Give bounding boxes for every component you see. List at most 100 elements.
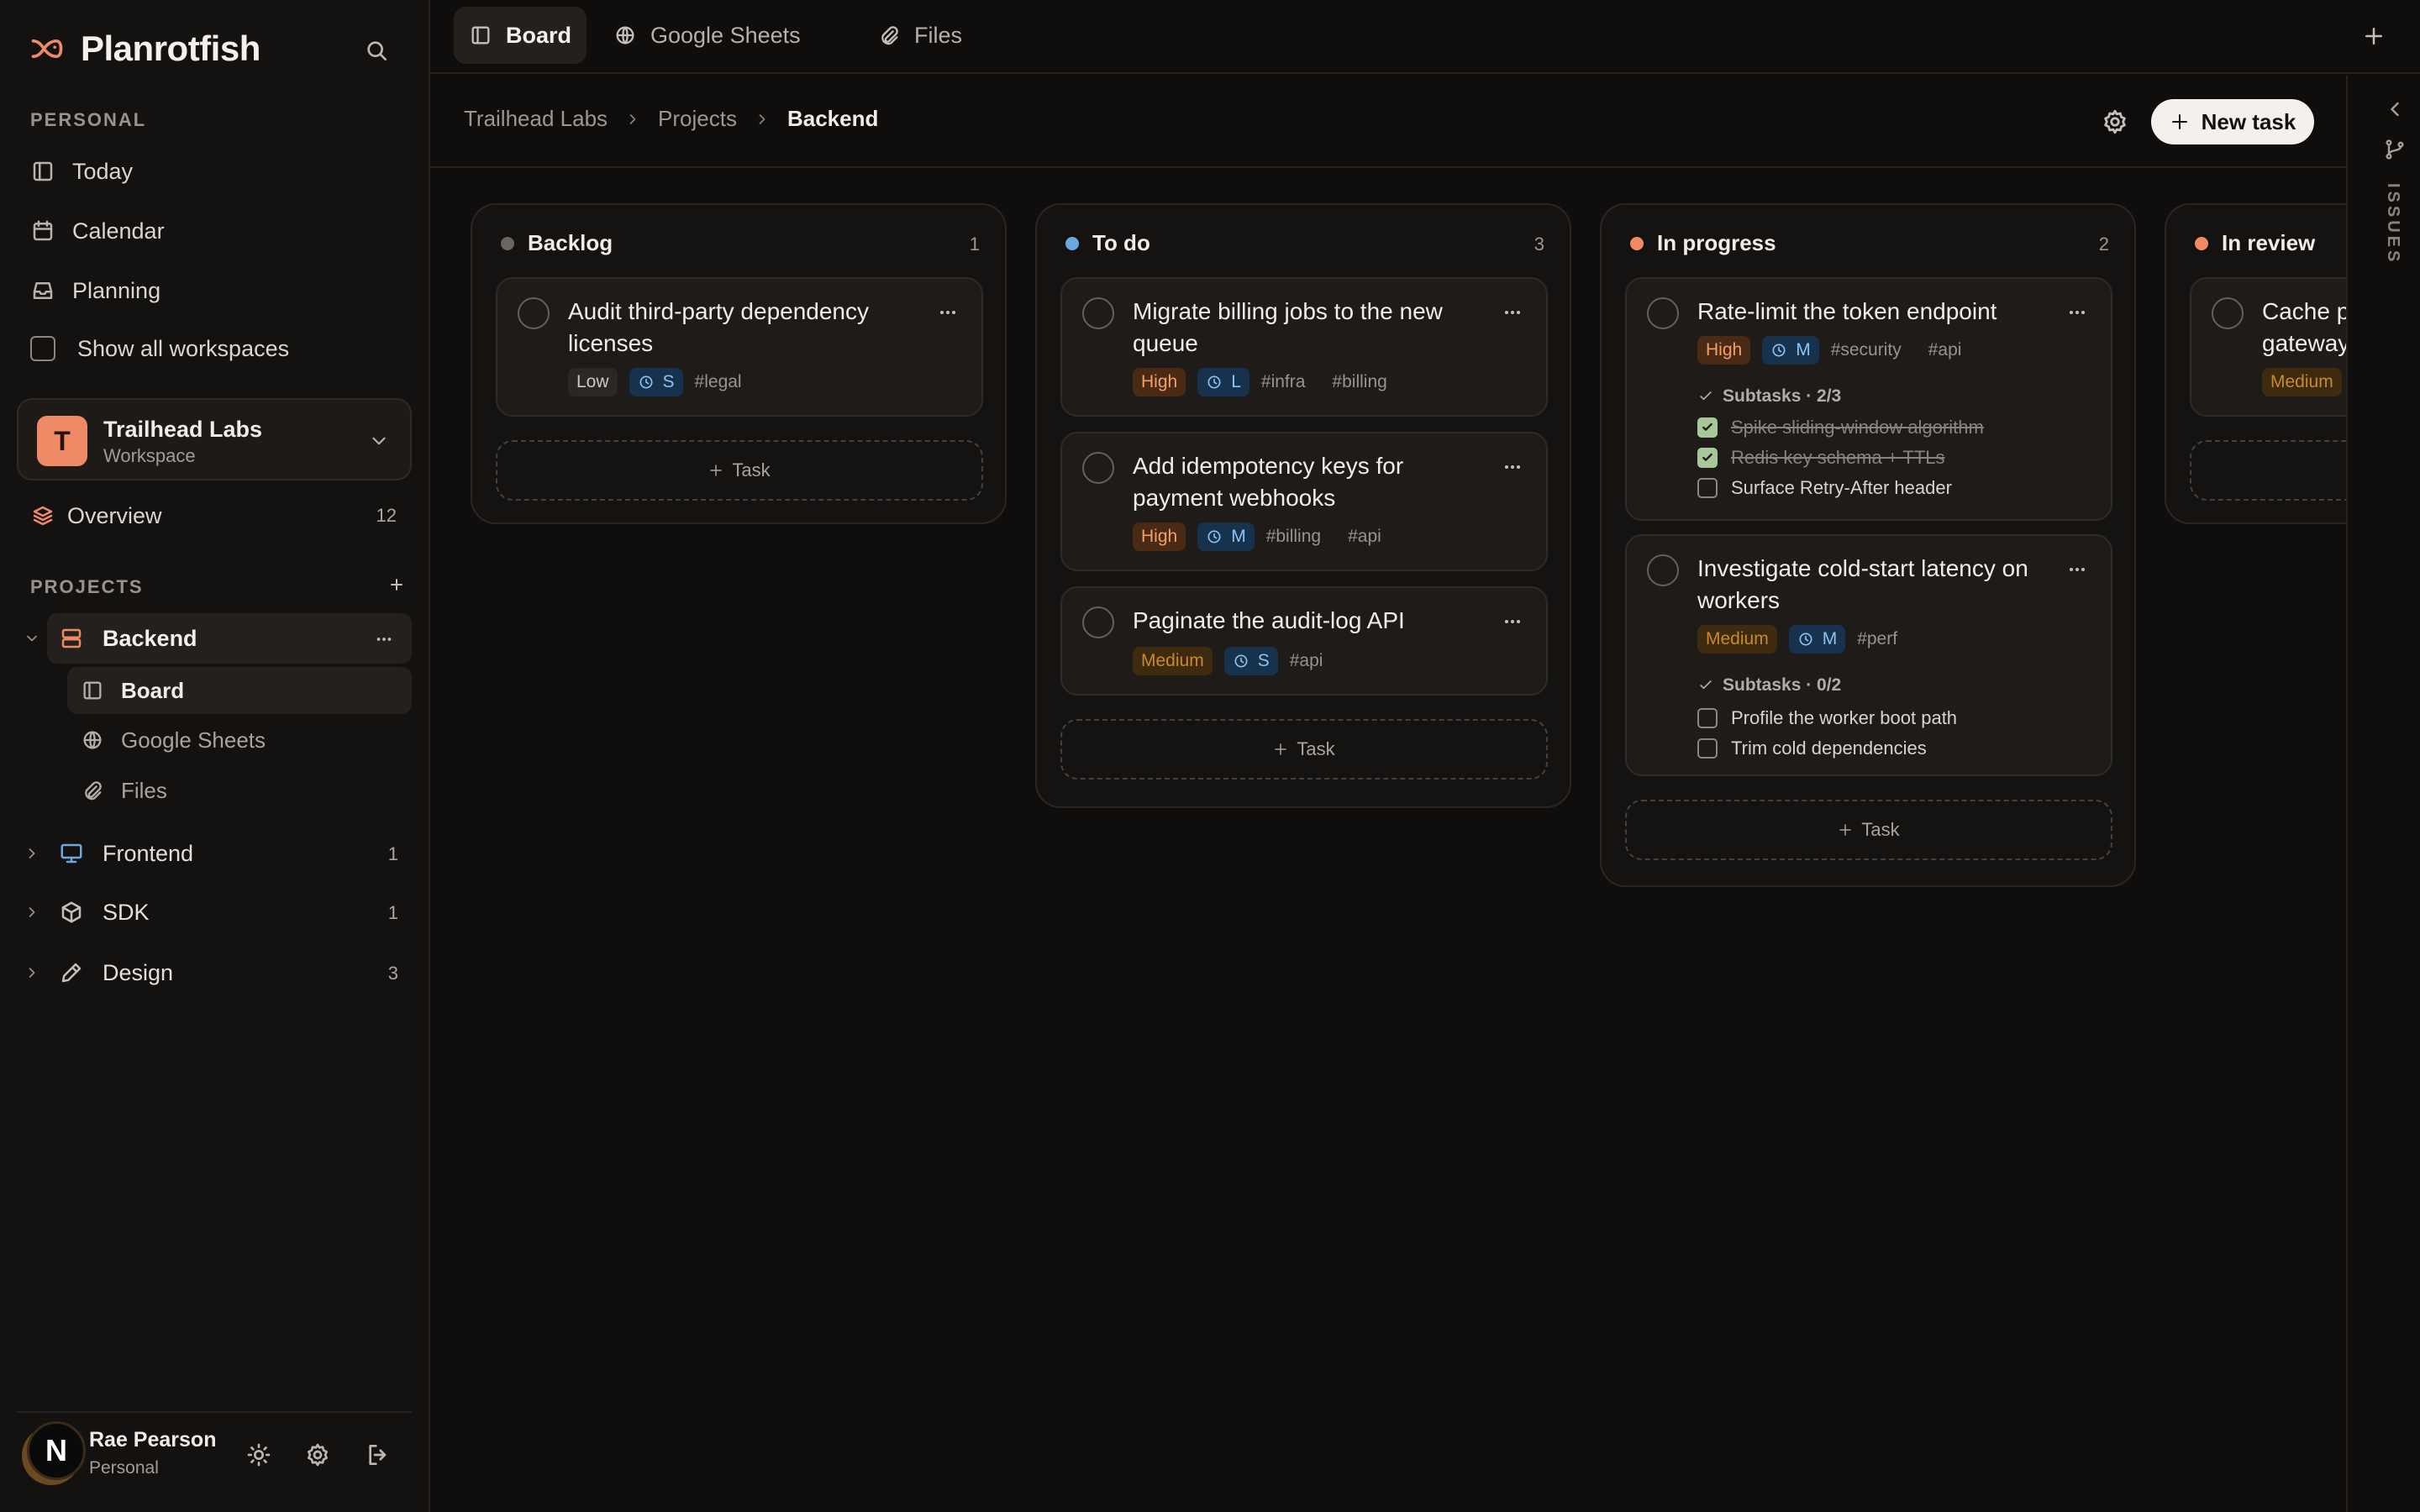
app-logo[interactable]: Planrotfish <box>29 29 260 69</box>
task-title: Add idempotency keys for payment webhook… <box>1133 453 1404 511</box>
nav-today-label: Today <box>72 158 134 184</box>
sidebar-project-design[interactable]: Design 3 <box>0 948 430 998</box>
subtasks-header[interactable]: Subtasks · 2/3 <box>1697 386 1841 407</box>
more-icon[interactable] <box>375 630 393 648</box>
sun-icon[interactable] <box>245 1441 272 1468</box>
more-icon[interactable] <box>1502 612 1523 632</box>
task-card[interactable]: Investigate cold-start latency on worker… <box>1625 534 2112 776</box>
subtask-item[interactable]: Trim cold dependencies <box>1697 738 1927 759</box>
subtask-checkbox[interactable] <box>1697 417 1718 438</box>
tag[interactable]: #api <box>1290 651 1323 671</box>
tag[interactable]: #perf <box>1857 629 1897 649</box>
breadcrumb: Trailhead Labs Projects Backend <box>464 106 878 132</box>
tag[interactable]: #infra <box>1261 372 1306 392</box>
nav-overview[interactable]: Overview <box>30 497 162 534</box>
subtask-checkbox[interactable] <box>1697 478 1718 498</box>
sidebar-subitem-google-sheets[interactable]: Google Sheets <box>67 717 412 764</box>
size-badge: M <box>1788 625 1846 654</box>
breadcrumb-workspace[interactable]: Trailhead Labs <box>464 106 608 132</box>
task-card[interactable]: Cache p gateway Medium <box>2190 277 2346 417</box>
workspace-switcher[interactable]: T Trailhead Labs Workspace <box>17 398 412 480</box>
subtasks-header[interactable]: Subtasks · 0/2 <box>1697 675 1841 696</box>
task-card[interactable]: Rate-limit the token endpoint High M #se… <box>1625 277 2112 521</box>
subtask-checkbox[interactable] <box>1697 448 1718 468</box>
chevron-left-icon[interactable] <box>2383 97 2407 121</box>
add-task-button[interactable] <box>2190 440 2346 501</box>
logout-icon[interactable] <box>365 1441 392 1468</box>
subtask-item[interactable]: Spike sliding-window algorithm <box>1697 417 1984 438</box>
subtask-item[interactable]: Redis key schema + TTLs <box>1697 447 1945 469</box>
add-tab-icon[interactable] <box>2361 24 2386 49</box>
gear-icon[interactable] <box>2101 108 2129 136</box>
subitem-board-label: Board <box>121 678 185 703</box>
tag[interactable]: #billing <box>1332 372 1386 392</box>
sidebar-subitem-files[interactable]: Files <box>67 767 412 814</box>
column-title: To do <box>1092 230 1150 255</box>
task-card[interactable]: Migrate billing jobs to the new queue Hi… <box>1060 277 1548 417</box>
sidebar-project-backend[interactable]: Backend <box>47 613 412 664</box>
subtask-item[interactable]: Surface Retry-After header <box>1697 477 1952 499</box>
tag[interactable]: #api <box>1348 527 1381 547</box>
sidebar-project-sdk[interactable]: SDK 1 <box>0 887 430 937</box>
complete-toggle[interactable] <box>1647 297 1679 329</box>
subtask-checkbox[interactable] <box>1697 708 1718 728</box>
nav-today[interactable]: Today <box>30 153 133 190</box>
gear-icon[interactable] <box>304 1441 331 1468</box>
task-card[interactable]: Audit third-party dependency licenses Lo… <box>496 277 983 417</box>
complete-toggle[interactable] <box>1082 452 1114 484</box>
complete-toggle[interactable] <box>1082 297 1114 329</box>
tab-board[interactable]: Board <box>454 7 587 64</box>
task-card[interactable]: Paginate the audit-log API Medium S #api <box>1060 586 1548 696</box>
sidebar-project-frontend[interactable]: Frontend 1 <box>0 828 430 879</box>
size-badge: L <box>1197 368 1249 396</box>
page-header: Trailhead Labs Projects Backend New task <box>430 76 2346 168</box>
subtask-label: Trim cold dependencies <box>1731 738 1927 759</box>
tab-google-sheets[interactable]: Google Sheets <box>598 7 816 64</box>
add-task-button[interactable]: Task <box>1625 800 2112 860</box>
show-all-workspaces-toggle[interactable]: Show all workspaces <box>30 330 289 367</box>
subtask-checkbox[interactable] <box>1697 738 1718 759</box>
tag[interactable]: #security <box>1831 340 1902 360</box>
nav-planning[interactable]: Planning <box>30 272 160 309</box>
layout-icon <box>469 24 492 47</box>
avatar[interactable]: N <box>27 1421 86 1480</box>
checkbox[interactable] <box>30 336 55 361</box>
more-icon[interactable] <box>1502 457 1523 477</box>
package-icon <box>59 900 84 925</box>
column-count: 2 <box>2098 234 2109 255</box>
chevron-down-icon[interactable] <box>24 630 40 647</box>
git-branch-icon[interactable] <box>2383 138 2407 161</box>
size-value: S <box>1257 651 1270 670</box>
more-icon[interactable] <box>1502 302 1523 323</box>
subtask-item[interactable]: Profile the worker boot path <box>1697 707 1957 729</box>
add-task-button[interactable]: Task <box>1060 719 1548 780</box>
search-icon[interactable] <box>363 37 390 64</box>
clock-icon <box>1234 654 1248 668</box>
paperclip-icon <box>81 779 104 802</box>
tag[interactable]: #api <box>1928 340 1962 360</box>
sidebar-subitem-board[interactable]: Board <box>67 667 412 714</box>
clock-icon <box>1207 530 1221 543</box>
more-icon[interactable] <box>2067 559 2087 580</box>
breadcrumb-projects[interactable]: Projects <box>658 106 737 132</box>
size-value: L <box>1231 372 1241 391</box>
pen-icon <box>59 960 84 985</box>
status-dot <box>2195 236 2208 250</box>
nav-calendar[interactable]: Calendar <box>30 213 165 249</box>
more-icon[interactable] <box>2067 302 2087 323</box>
more-icon[interactable] <box>938 302 958 323</box>
tag[interactable]: #legal <box>695 372 742 392</box>
issues-rail-label[interactable]: ISSUES <box>2383 183 2402 265</box>
new-task-button[interactable]: New task <box>2151 99 2314 144</box>
task-title: Migrate billing jobs to the new queue <box>1133 298 1443 356</box>
complete-toggle[interactable] <box>1647 554 1679 586</box>
complete-toggle[interactable] <box>2212 297 2244 329</box>
workspace-name: Trailhead Labs <box>103 417 263 442</box>
task-card[interactable]: Add idempotency keys for payment webhook… <box>1060 432 1548 571</box>
add-task-button[interactable]: Task <box>496 440 983 501</box>
add-project-icon[interactable] <box>387 575 407 595</box>
complete-toggle[interactable] <box>518 297 550 329</box>
complete-toggle[interactable] <box>1082 606 1114 638</box>
tab-files[interactable]: Files <box>862 7 977 64</box>
tag[interactable]: #billing <box>1266 527 1321 547</box>
